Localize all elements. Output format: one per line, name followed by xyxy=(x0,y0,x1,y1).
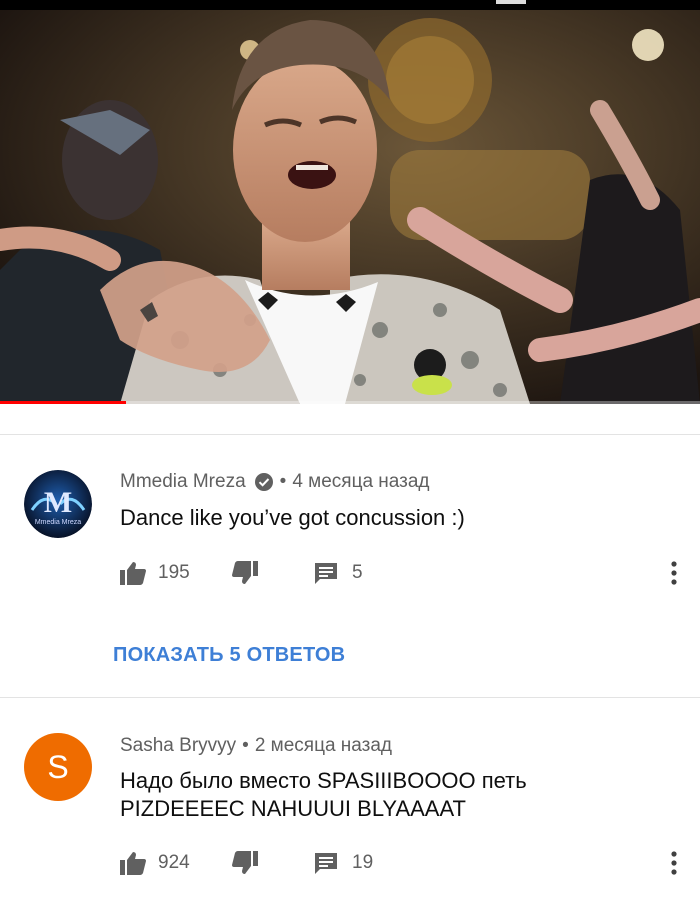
thumb-up-icon xyxy=(120,562,146,585)
avatar-letter: S xyxy=(47,748,69,785)
comment-icon xyxy=(315,563,337,584)
more-button[interactable] xyxy=(664,558,684,588)
comment-author[interactable]: Mmedia Mreza xyxy=(120,471,246,493)
like-count: 924 xyxy=(158,852,190,873)
dislike-button[interactable] xyxy=(232,558,258,588)
comment-text-line: PIZDEEEEC NAHUUUI BLYAAAAT xyxy=(120,796,466,821)
status-mark xyxy=(496,0,526,4)
show-replies-button[interactable]: ПОКАЗАТЬ 5 ОТВЕТОВ xyxy=(113,644,345,667)
comment-text: Надо было вместо SPASIIIBOOOO петь PIZDE… xyxy=(120,767,660,823)
reply-count: 5 xyxy=(352,562,363,583)
like-button[interactable]: 924 xyxy=(120,848,190,878)
divider xyxy=(0,697,700,698)
separator-dot: • xyxy=(279,471,287,492)
avatar[interactable]: M Mmedia Mreza xyxy=(24,470,92,538)
comment-meta: Mmedia Mreza • 4 месяца назад xyxy=(120,471,430,493)
dislike-button[interactable] xyxy=(232,848,258,878)
video-player[interactable] xyxy=(0,0,700,404)
comment-meta: Sasha Bryvyy • 2 месяца назад xyxy=(120,735,392,757)
like-button[interactable]: 195 xyxy=(120,558,190,588)
comment-time: 4 месяца назад xyxy=(292,471,430,492)
status-bar xyxy=(0,0,700,10)
thumb-up-icon xyxy=(120,852,146,875)
thumb-down-icon xyxy=(232,851,258,874)
reply-button[interactable]: 5 xyxy=(314,558,363,588)
comment-text-line: Надо было вместо SPASIIIBOOOO петь xyxy=(120,768,527,793)
separator-dot: • xyxy=(242,735,249,756)
more-vertical-icon xyxy=(671,851,677,875)
avatar[interactable]: S xyxy=(24,733,92,801)
divider xyxy=(0,434,700,435)
more-vertical-icon xyxy=(671,561,677,585)
verified-check-icon xyxy=(254,473,273,491)
video-frame xyxy=(0,10,700,404)
comment-icon xyxy=(315,853,337,874)
reply-count: 19 xyxy=(352,852,374,873)
comment-actions: 924 19 xyxy=(120,848,680,878)
like-count: 195 xyxy=(158,562,190,583)
thumb-down-icon xyxy=(232,561,258,584)
svg-text:Mmedia Mreza: Mmedia Mreza xyxy=(35,519,81,526)
progress-bar xyxy=(0,401,126,404)
comment-text: Dance like you’ve got concussion :) xyxy=(120,505,465,530)
svg-text:M: M xyxy=(44,486,72,519)
comment-time: 2 месяца назад xyxy=(254,735,393,756)
more-button[interactable] xyxy=(664,848,684,878)
comment-author[interactable]: Sasha Bryvyy xyxy=(120,735,236,757)
mmedia-logo-icon: M Mmedia Mreza xyxy=(24,470,92,538)
reply-button[interactable]: 19 xyxy=(314,848,373,878)
comment-actions: 195 5 xyxy=(120,558,680,588)
